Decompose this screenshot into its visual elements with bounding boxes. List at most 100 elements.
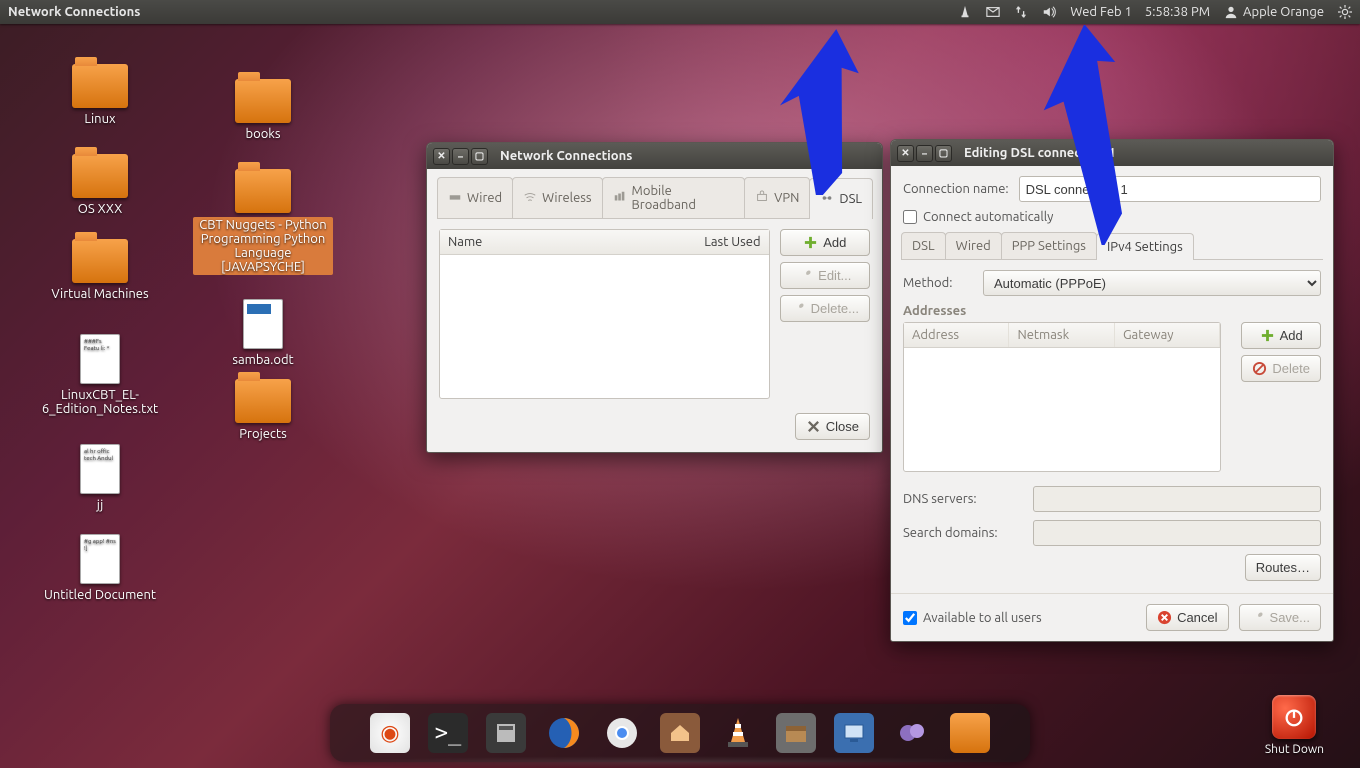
edit-button[interactable]: Edit...	[780, 262, 870, 289]
conn-name-input[interactable]	[1019, 176, 1321, 202]
icon-label: OS XXX	[78, 202, 122, 216]
maximize-window-button[interactable]: ▢	[935, 145, 952, 162]
available-all-checkbox[interactable]	[903, 611, 917, 625]
folder-icon	[235, 79, 291, 123]
tab-dsl[interactable]: DSL	[809, 178, 873, 219]
tab-icon	[820, 191, 834, 208]
addr-add-button[interactable]: Add	[1241, 322, 1321, 349]
col-last-used[interactable]: Last Used	[679, 230, 769, 254]
dock-chrome-icon[interactable]	[602, 713, 642, 753]
close-window-button[interactable]: ✕	[897, 145, 914, 162]
tab-wired[interactable]: Wired	[945, 232, 1002, 259]
dock-vm-icon[interactable]	[834, 713, 874, 753]
icon-label: CBT Nuggets - Python Programming Python …	[193, 217, 333, 275]
close-icon	[806, 419, 821, 434]
delete-button[interactable]: Delete...	[780, 295, 870, 322]
dock-calculator-icon[interactable]	[486, 713, 526, 753]
volume-indicator-icon[interactable]	[1042, 5, 1056, 19]
session-gear-icon[interactable]	[1338, 5, 1352, 19]
mail-indicator-icon[interactable]	[986, 5, 1000, 19]
folder-icon	[235, 379, 291, 423]
user-menu[interactable]: Apple Orange	[1224, 5, 1324, 19]
window-title: Editing DSL connection 1	[964, 146, 1116, 160]
close-window-button[interactable]: ✕	[433, 148, 450, 165]
wrench-icon	[1250, 610, 1265, 625]
connections-list[interactable]: Name Last Used	[439, 229, 770, 399]
add-button[interactable]: Add	[780, 229, 870, 256]
desktop-icon[interactable]: Projects	[193, 379, 333, 441]
search-domains-input	[1033, 520, 1321, 546]
available-all-label: Available to all users	[923, 611, 1042, 625]
icon-label: books	[245, 127, 280, 141]
dock-pidgin-icon[interactable]	[892, 713, 932, 753]
tab-ipv4-settings[interactable]: IPv4 Settings	[1096, 233, 1194, 260]
addr-col[interactable]: Gateway	[1115, 323, 1220, 347]
routes-button[interactable]: Routes…	[1245, 554, 1321, 581]
dns-input	[1033, 486, 1321, 512]
connection-type-tabs: WiredWirelessMobile BroadbandVPNDSL	[437, 177, 872, 219]
text-file-icon: #g app! #ns !]	[80, 534, 120, 584]
cancel-button[interactable]: Cancel	[1146, 604, 1228, 631]
tab-icon	[755, 190, 769, 207]
tab-wireless[interactable]: Wireless	[512, 177, 602, 218]
dock-folder-icon[interactable]	[950, 713, 990, 753]
dock-vlc-icon[interactable]	[718, 713, 758, 753]
desktop-icon[interactable]: ###Fs Featu li: *LinuxCBT_EL-6_Edition_N…	[30, 334, 170, 416]
maximize-window-button[interactable]: ▢	[471, 148, 488, 165]
dock-terminal-icon[interactable]: >_	[428, 713, 468, 753]
desktop-icon[interactable]: #g app! #ns !]Untitled Document	[30, 534, 170, 602]
icon-label: Virtual Machines	[51, 287, 148, 301]
clock[interactable]: Wed Feb 1 5:58:38 PM	[1070, 5, 1210, 19]
icon-label: jj	[97, 498, 103, 512]
minimize-window-button[interactable]: –	[452, 148, 469, 165]
method-select[interactable]: Automatic (PPPoE)	[983, 270, 1321, 296]
tab-wired[interactable]: Wired	[437, 177, 513, 218]
network-connections-window: ✕ – ▢ Network Connections WiredWirelessM…	[426, 142, 883, 453]
dns-label: DNS servers:	[903, 492, 1023, 506]
top-panel: Network Connections Wed Feb 1 5:58:38 PM…	[0, 0, 1360, 24]
desktop-icon[interactable]: OS XXX	[30, 154, 170, 216]
addr-delete-button[interactable]: Delete	[1241, 355, 1321, 382]
close-button[interactable]: Close	[795, 413, 870, 440]
shutdown-launcher[interactable]: Shut Down	[1265, 695, 1324, 756]
conn-name-label: Connection name:	[903, 182, 1009, 196]
folder-icon	[235, 169, 291, 213]
desktop-icon[interactable]: samba.odt	[193, 299, 333, 367]
tab-ppp-settings[interactable]: PPP Settings	[1001, 232, 1097, 259]
addresses-legend: Addresses	[903, 304, 966, 322]
dock-archive-icon[interactable]	[776, 713, 816, 753]
tab-dsl[interactable]: DSL	[901, 232, 946, 259]
folder-icon	[72, 154, 128, 198]
method-label: Method:	[903, 276, 973, 290]
dock-reflection	[320, 756, 1040, 768]
desktop-icon[interactable]: CBT Nuggets - Python Programming Python …	[193, 169, 333, 275]
power-icon	[1272, 695, 1316, 739]
icon-label: Projects	[239, 427, 286, 441]
dock-home-icon[interactable]	[660, 713, 700, 753]
titlebar[interactable]: ✕ – ▢ Network Connections	[427, 143, 882, 169]
dock-firefox-icon[interactable]	[544, 713, 584, 753]
connect-auto-checkbox[interactable]	[903, 210, 917, 224]
connect-auto-label: Connect automatically	[923, 210, 1053, 224]
save-button[interactable]: Save...	[1239, 604, 1321, 631]
icon-label: Linux	[84, 112, 115, 126]
addresses-table[interactable]: AddressNetmaskGateway	[903, 322, 1221, 472]
network-indicator-icon[interactable]	[1014, 5, 1028, 19]
window-title: Network Connections	[500, 149, 632, 163]
vlc-indicator-icon[interactable]	[958, 5, 972, 19]
col-name[interactable]: Name	[440, 230, 679, 254]
addr-col[interactable]: Address	[904, 323, 1009, 347]
desktop-icon[interactable]: Virtual Machines	[30, 239, 170, 301]
dock-ubuntu-icon[interactable]: ◉	[370, 713, 410, 753]
tab-mobile-broadband[interactable]: Mobile Broadband	[602, 177, 746, 218]
text-file-icon: al hr offic tech Andul	[80, 444, 120, 494]
desktop-icon[interactable]: books	[193, 79, 333, 141]
addr-col[interactable]: Netmask	[1009, 323, 1114, 347]
minimize-window-button[interactable]: –	[916, 145, 933, 162]
edit-dsl-window: ✕ – ▢ Editing DSL connection 1 Connectio…	[890, 139, 1334, 642]
tab-icon	[613, 190, 627, 207]
titlebar[interactable]: ✕ – ▢ Editing DSL connection 1	[891, 140, 1333, 166]
tab-vpn[interactable]: VPN	[744, 177, 810, 218]
desktop-icon[interactable]: al hr offic tech Andul jj	[30, 444, 170, 512]
desktop-icon[interactable]: Linux	[30, 64, 170, 126]
